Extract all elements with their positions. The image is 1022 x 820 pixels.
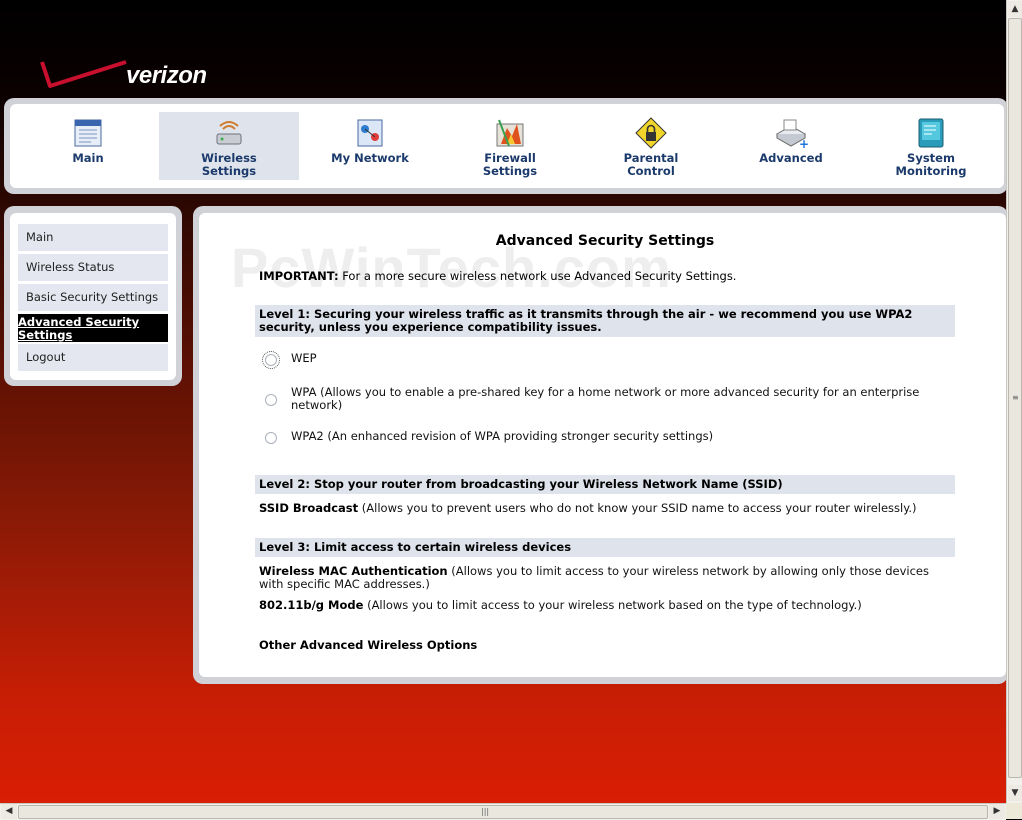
important-label: IMPORTANT: — [259, 269, 339, 283]
radio-row-wpa[interactable]: WPA (Allows you to enable a pre-shared k… — [265, 386, 945, 412]
bg-mode-desc: (Allows you to limit access to your wire… — [363, 598, 862, 612]
svg-text:+: + — [799, 137, 808, 150]
scrollbar-corner — [1006, 803, 1022, 819]
mac-auth-link[interactable]: Wireless MAC Authentication — [259, 564, 448, 578]
horizontal-scroll-thumb[interactable]: ||| — [18, 805, 988, 819]
ssid-broadcast-link[interactable]: SSID Broadcast — [259, 501, 358, 515]
sidebar-item-advanced-security-label: Advanced Security Settings — [18, 315, 140, 342]
nav-parental-control[interactable]: Parental Control — [581, 112, 721, 180]
nav-wireless-settings[interactable]: Wireless Settings — [159, 112, 299, 180]
advanced-scanner-icon: + — [775, 119, 808, 150]
horizontal-scrollbar[interactable]: ◀ ||| ▶ — [0, 803, 1006, 820]
main-doc-icon — [74, 119, 102, 147]
bg-mode-option[interactable]: 802.11b/g Mode (Allows you to limit acce… — [259, 599, 949, 612]
my-network-icon — [357, 119, 383, 147]
sidebar-item-logout[interactable]: Logout — [18, 344, 168, 371]
ssid-broadcast-option[interactable]: SSID Broadcast (Allows you to prevent us… — [259, 502, 949, 515]
nav-my-network[interactable]: My Network — [300, 112, 440, 180]
ssid-broadcast-desc: (Allows you to prevent users who do not … — [358, 501, 917, 515]
nav-system-monitoring-label: System Monitoring — [895, 151, 967, 178]
wpa2-radio-label[interactable]: WPA2 (An enhanced revision of WPA provid… — [265, 430, 945, 443]
other-options[interactable]: Other Advanced Wireless Options — [259, 639, 949, 652]
nav-my-network-label: My Network — [331, 151, 409, 165]
nav-main[interactable]: Main — [18, 112, 158, 180]
brand-logo-text: verizon — [126, 62, 207, 89]
important-text: For a more secure wireless network use A… — [338, 269, 737, 283]
scroll-left-arrow-icon[interactable]: ◀ — [1, 804, 17, 819]
firewall-icon — [496, 119, 524, 147]
sidebar-item-main[interactable]: Main — [18, 224, 168, 251]
system-monitor-icon — [918, 118, 944, 148]
level-1-header: Level 1: Securing your wireless traffic … — [255, 305, 955, 337]
nav-wireless-settings-label: Wireless Settings — [201, 151, 257, 178]
sidebar-item-advanced-security-settings[interactable]: Advanced Security Settings — [18, 314, 168, 342]
bg-mode-link[interactable]: 802.11b/g Mode — [259, 598, 363, 612]
nav-advanced-label: Advanced — [759, 151, 823, 165]
wpa-radio[interactable] — [265, 394, 277, 406]
radio-row-wpa2[interactable]: WPA2 (An enhanced revision of WPA provid… — [265, 430, 945, 444]
wep-radio[interactable] — [262, 351, 280, 369]
wpa-radio-label[interactable]: WPA (Allows you to enable a pre-shared k… — [265, 386, 945, 412]
important-note: IMPORTANT: For a more secure wireless ne… — [259, 269, 736, 283]
nav-firewall-settings[interactable]: Firewall Settings — [440, 112, 580, 180]
wpa2-radio[interactable] — [265, 432, 277, 444]
scroll-down-arrow-icon[interactable]: ▼ — [1008, 785, 1022, 801]
nav-parental-control-label: Parental Control — [623, 151, 679, 178]
level-2-header: Level 2: Stop your router from broadcast… — [255, 475, 955, 494]
page-title: Advanced Security Settings — [495, 233, 715, 249]
sidebar-item-wireless-status[interactable]: Wireless Status — [18, 254, 168, 281]
scroll-up-arrow-icon[interactable]: ▲ — [1008, 1, 1022, 17]
nav-firewall-settings-label: Firewall Settings — [482, 151, 538, 178]
wireless-router-icon — [216, 121, 242, 145]
level-3-header: Level 3: Limit access to certain wireles… — [255, 538, 955, 557]
vertical-scroll-thumb[interactable]: ≡ — [1008, 18, 1022, 778]
horizontal-grip-icon: ||| — [481, 807, 490, 816]
radio-row-wep[interactable]: WEP — [262, 351, 945, 369]
padlock-warning-icon — [635, 117, 667, 149]
nav-advanced[interactable]: + Advanced — [721, 112, 861, 180]
vertical-grip-icon: ≡ — [1012, 393, 1019, 402]
nav-system-monitoring[interactable]: System Monitoring — [861, 112, 1001, 180]
mac-auth-option[interactable]: Wireless MAC Authentication (Allows you … — [259, 565, 949, 591]
vertical-scrollbar[interactable]: ▲ ≡ ▼ — [1006, 0, 1022, 803]
scroll-right-arrow-icon[interactable]: ▶ — [989, 804, 1005, 819]
other-options-link[interactable]: Other Advanced Wireless Options — [259, 638, 477, 652]
nav-main-label: Main — [72, 151, 104, 165]
wep-radio-label[interactable]: WEP — [265, 352, 945, 365]
sidebar-item-basic-security-settings[interactable]: Basic Security Settings — [18, 284, 168, 311]
